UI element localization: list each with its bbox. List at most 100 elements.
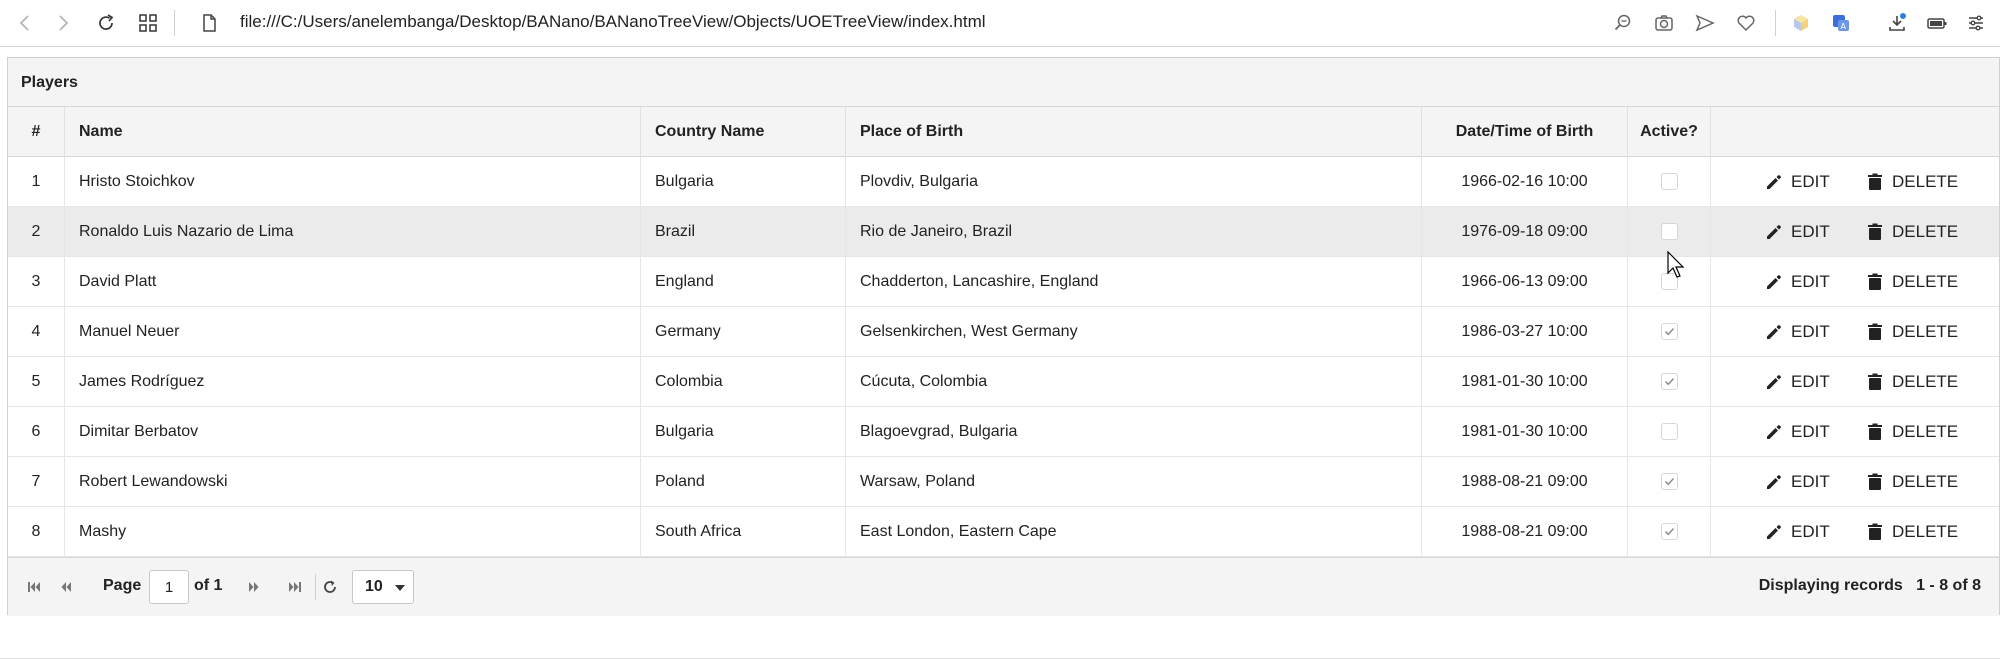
- column-header-date[interactable]: Date/Time of Birth: [1422, 107, 1628, 157]
- delete-label: DELETE: [1892, 172, 1959, 191]
- tabs-grid-icon[interactable]: [133, 8, 163, 38]
- download-icon[interactable]: [1882, 8, 1912, 38]
- edit-button[interactable]: EDIT: [1764, 419, 1830, 445]
- send-icon[interactable]: [1690, 8, 1720, 38]
- active-checkbox[interactable]: [1660, 523, 1678, 540]
- edit-button[interactable]: EDIT: [1764, 469, 1830, 495]
- edit-label: EDIT: [1791, 422, 1830, 441]
- date-of-birth: 1981-01-30 10:00: [1422, 357, 1628, 406]
- delete-button[interactable]: DELETE: [1865, 269, 1958, 295]
- delete-button[interactable]: DELETE: [1865, 469, 1958, 495]
- active-checkbox[interactable]: [1660, 373, 1678, 390]
- row-actions: EDIT DELETE: [1711, 157, 2000, 206]
- date-of-birth: 1986-03-27 10:00: [1422, 307, 1628, 356]
- date-of-birth: 1976-09-18 09:00: [1422, 207, 1628, 256]
- active-checkbox[interactable]: [1660, 173, 1678, 190]
- refresh-icon[interactable]: [91, 8, 121, 38]
- table-row[interactable]: 6 Dimitar Berbatov Bulgaria Blagoevgrad, Bu…: [8, 407, 1999, 457]
- first-page-icon[interactable]: [22, 575, 46, 599]
- pagination-bar: Page of 1 10 Displaying records 1 - 8 of…: [8, 557, 1999, 616]
- edit-label: EDIT: [1791, 522, 1830, 541]
- settings-sliders-icon[interactable]: [1961, 8, 1991, 38]
- table-row[interactable]: 5 James Rodríguez Colombia Cúcuta, Colombia…: [8, 357, 1999, 407]
- delete-button[interactable]: DELETE: [1865, 419, 1958, 445]
- active-checkbox[interactable]: [1660, 223, 1678, 240]
- table-row[interactable]: 8 Mashy South Africa East London, Eastern C…: [8, 507, 1999, 557]
- page-size-select[interactable]: 10: [352, 570, 414, 604]
- table-row[interactable]: 1 Hristo Stoichkov Bulgaria Plovdiv, Bulgar…: [8, 157, 1999, 207]
- delete-button[interactable]: DELETE: [1865, 319, 1958, 345]
- pencil-icon: [1764, 522, 1791, 542]
- country-name: South Africa: [641, 507, 846, 556]
- translate-icon[interactable]: A: [1826, 8, 1856, 38]
- row-actions: EDIT DELETE: [1711, 507, 2000, 556]
- delete-label: DELETE: [1892, 222, 1959, 241]
- country-name: Brazil: [641, 207, 846, 256]
- camera-icon[interactable]: [1649, 8, 1679, 38]
- delete-label: DELETE: [1892, 472, 1959, 491]
- edit-label: EDIT: [1791, 372, 1830, 391]
- edit-button[interactable]: EDIT: [1764, 519, 1830, 545]
- edit-button[interactable]: EDIT: [1764, 269, 1830, 295]
- player-name: Hristo Stoichkov: [65, 157, 641, 206]
- delete-button[interactable]: DELETE: [1865, 369, 1958, 395]
- reload-icon[interactable]: [318, 575, 342, 599]
- active-checkbox[interactable]: [1660, 423, 1678, 440]
- edit-label: EDIT: [1791, 272, 1830, 291]
- svg-text:A: A: [1841, 22, 1847, 31]
- pencil-icon: [1764, 222, 1791, 242]
- column-header-place[interactable]: Place of Birth: [846, 107, 1422, 157]
- column-header-number[interactable]: #: [8, 107, 65, 157]
- table-row[interactable]: 7 Robert Lewandowski Poland Warsaw, Poland 1…: [8, 457, 1999, 507]
- page-number-input[interactable]: [149, 570, 189, 604]
- active-cell: [1628, 157, 1711, 206]
- delete-button[interactable]: DELETE: [1865, 169, 1958, 195]
- table-row[interactable]: 3 David Platt England Chadderton, Lancashir…: [8, 257, 1999, 307]
- place-of-birth: Cúcuta, Colombia: [846, 357, 1422, 406]
- last-page-icon[interactable]: [283, 575, 307, 599]
- toolbar-separator: [1775, 10, 1776, 36]
- delete-label: DELETE: [1892, 272, 1959, 291]
- zoom-icon[interactable]: [1608, 8, 1638, 38]
- edit-button[interactable]: EDIT: [1764, 369, 1830, 395]
- active-cell: [1628, 407, 1711, 456]
- row-number: 1: [8, 157, 65, 206]
- mouse-cursor-icon: [1667, 251, 1685, 278]
- page-count-label: of 1: [194, 577, 223, 594]
- pencil-icon: [1764, 472, 1791, 492]
- heart-icon[interactable]: [1731, 8, 1761, 38]
- row-number: 3: [8, 257, 65, 306]
- delete-label: DELETE: [1892, 322, 1959, 341]
- pencil-icon: [1764, 372, 1791, 392]
- back-icon[interactable]: [10, 8, 40, 38]
- row-number: 6: [8, 407, 65, 456]
- column-header-name[interactable]: Name: [65, 107, 641, 157]
- table-row[interactable]: 4 Manuel Neuer Germany Gelsenkirchen, West …: [8, 307, 1999, 357]
- forward-icon[interactable]: [48, 8, 78, 38]
- delete-button[interactable]: DELETE: [1865, 219, 1958, 245]
- delete-label: DELETE: [1892, 372, 1959, 391]
- delete-button[interactable]: DELETE: [1865, 519, 1958, 545]
- address-bar[interactable]: file:///C:/Users/anelembanga/Desktop/BAN…: [240, 12, 986, 32]
- extension-cube-icon[interactable]: [1786, 8, 1816, 38]
- row-actions: EDIT DELETE: [1711, 257, 2000, 306]
- active-cell: [1628, 507, 1711, 556]
- row-actions: EDIT DELETE: [1711, 207, 2000, 256]
- next-page-icon[interactable]: [242, 575, 266, 599]
- active-checkbox[interactable]: [1660, 323, 1678, 340]
- table-row[interactable]: 2 Ronaldo Luis Nazario de Lima Brazil Rio d…: [8, 207, 1999, 257]
- place-of-birth: East London, Eastern Cape: [846, 507, 1422, 556]
- edit-button[interactable]: EDIT: [1764, 169, 1830, 195]
- column-header-country[interactable]: Country Name: [641, 107, 846, 157]
- place-of-birth: Gelsenkirchen, West Germany: [846, 307, 1422, 356]
- column-header-active[interactable]: Active?: [1628, 107, 1711, 157]
- edit-button[interactable]: EDIT: [1764, 219, 1830, 245]
- active-checkbox[interactable]: [1660, 473, 1678, 490]
- place-of-birth: Chadderton, Lancashire, England: [846, 257, 1422, 306]
- previous-page-icon[interactable]: [54, 575, 78, 599]
- active-cell: [1628, 357, 1711, 406]
- edit-button[interactable]: EDIT: [1764, 319, 1830, 345]
- place-of-birth: Blagoevgrad, Bulgaria: [846, 407, 1422, 456]
- trash-icon: [1865, 422, 1892, 442]
- place-of-birth: Plovdiv, Bulgaria: [846, 157, 1422, 206]
